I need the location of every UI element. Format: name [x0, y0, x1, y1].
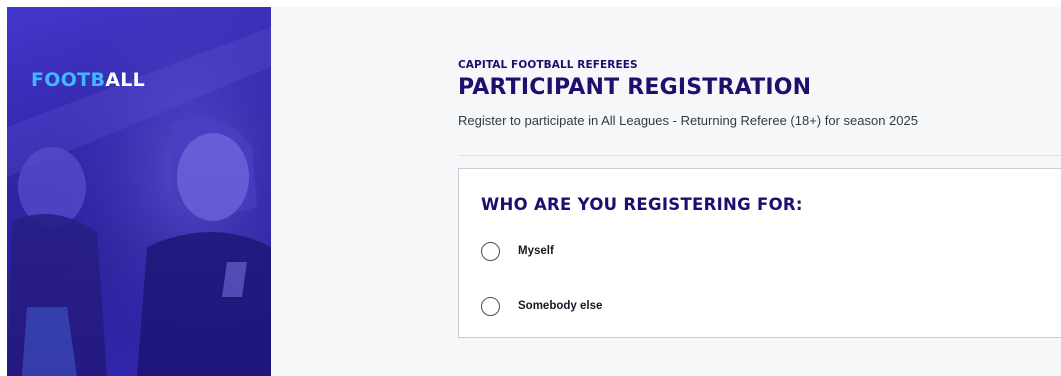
main-content: CAPITAL FOOTBALL REFEREES PARTICIPANT RE…	[271, 7, 1061, 376]
football-logo: FOOTBALL	[31, 69, 146, 91]
option-label: Myself	[518, 245, 554, 257]
page-subtitle: Register to participate in All Leagues -…	[458, 113, 918, 128]
hero-photo	[7, 7, 271, 376]
page-title: PARTICIPANT REGISTRATION	[458, 75, 812, 100]
question-heading: WHO ARE YOU REGISTERING FOR:	[481, 195, 803, 214]
option-label: Somebody else	[518, 300, 603, 312]
somebody-else-radio[interactable]	[481, 296, 500, 316]
myself-radio[interactable]	[481, 241, 500, 261]
registrant-card: WHO ARE YOU REGISTERING FOR: Myself Some…	[458, 168, 1061, 338]
registration-page: FOOTBALL CAPITAL FOOTBALL REFEREES PARTI…	[0, 0, 1061, 376]
organization-name: CAPITAL FOOTBALL REFEREES	[458, 59, 638, 71]
hero-banner: FOOTBALL	[7, 7, 271, 376]
option-somebody-else[interactable]: Somebody else	[481, 295, 602, 317]
option-myself[interactable]: Myself	[481, 240, 554, 262]
divider	[458, 155, 1061, 156]
